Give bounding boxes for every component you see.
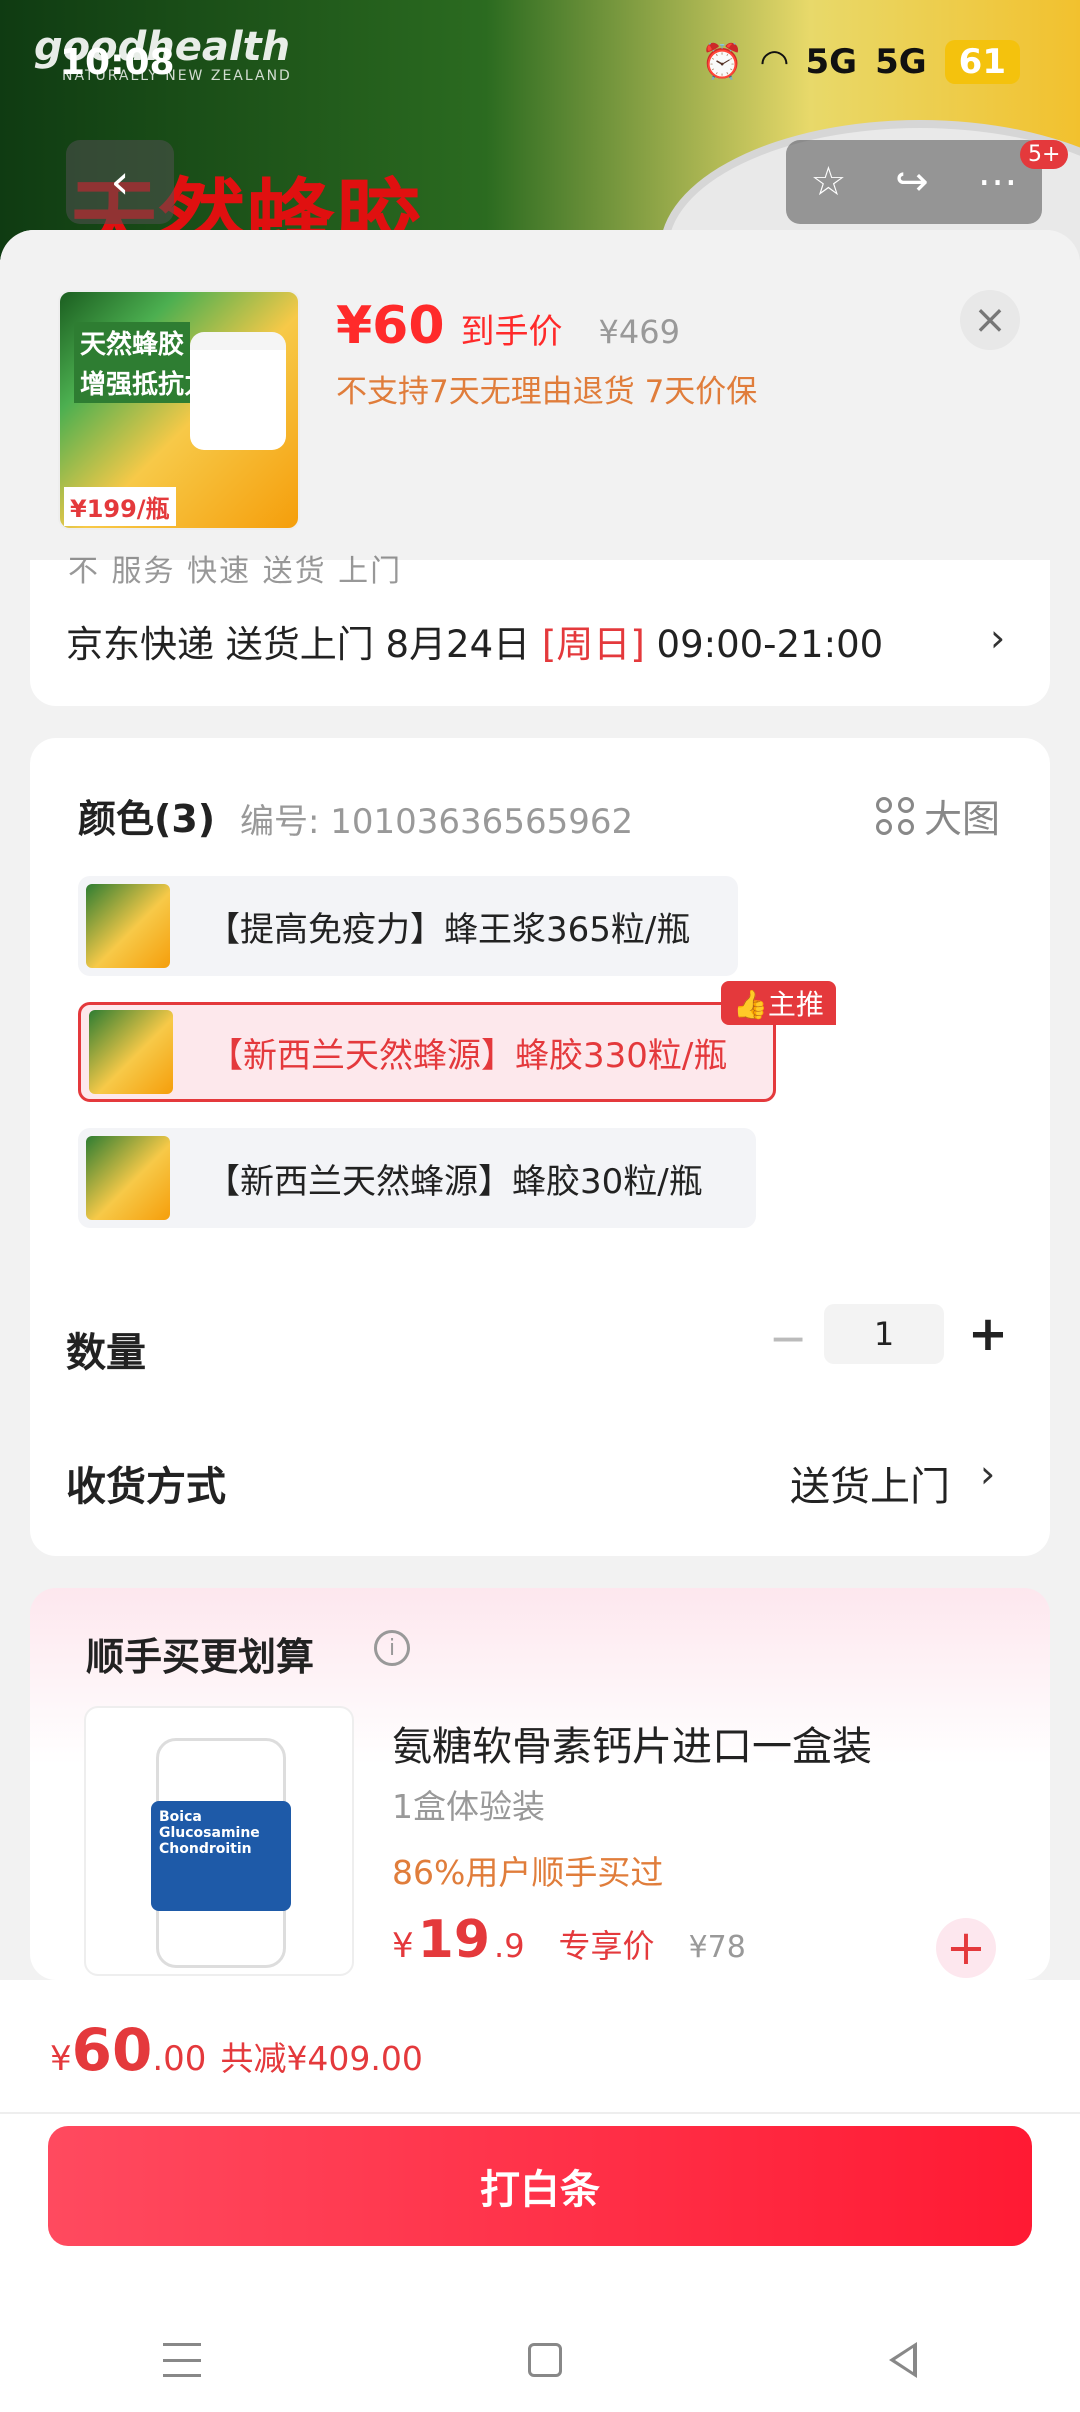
- pay-button[interactable]: 打白条: [48, 2126, 1032, 2246]
- upsell-price-dec: .9: [494, 1927, 525, 1965]
- shipping-method-label: 收货方式: [66, 1464, 226, 1510]
- add-upsell-button[interactable]: +: [936, 1918, 996, 1978]
- total-price: ¥60.00 共减¥409.00: [50, 2016, 423, 2084]
- final-price: ¥60: [336, 296, 445, 356]
- total-int: 60: [71, 2016, 153, 2084]
- thumb-text-1: 天然蜂胶: [74, 322, 191, 363]
- upsell-product-spec: 1盒体验装: [392, 1787, 545, 1826]
- more-icon[interactable]: ⋯: [978, 159, 1018, 205]
- delivery-prefix: 京东快递 送货上门 8月24日: [66, 623, 542, 666]
- total-symbol: ¥: [50, 2039, 72, 2079]
- delivery-day: [周日]: [541, 623, 645, 666]
- product-code: 编号: 10103636565962: [240, 802, 634, 842]
- shipping-method-value[interactable]: 送货上门: [790, 1454, 950, 1512]
- spec-option-2[interactable]: 【新西兰天然蜂源】蜂胶330粒/瓶 👍主推: [78, 981, 836, 1102]
- quantity-minus-button[interactable]: −: [760, 1310, 816, 1366]
- thumbs-up-icon: 👍: [733, 988, 768, 1021]
- original-price: ¥469: [598, 313, 680, 351]
- upsell-product-name[interactable]: 氨糖软骨素钙片进口一盒装: [392, 1714, 872, 1772]
- option-label: 【新西兰天然蜂源】蜂胶330粒/瓶: [209, 1035, 728, 1076]
- bottom-bar: ¥60.00 共减¥409.00 打白条: [0, 1980, 1080, 2412]
- total-dec: .00: [152, 2039, 207, 2079]
- close-icon: ×: [973, 297, 1007, 343]
- recommend-tag: 👍主推: [721, 981, 836, 1025]
- wifi-icon: ◠: [761, 42, 788, 82]
- spec-option-3[interactable]: 【新西兰天然蜂源】蜂胶30粒/瓶: [78, 1128, 756, 1228]
- upsell-price: ¥19.9 专享价 ¥78: [392, 1910, 746, 1970]
- chevron-left-icon: ‹: [110, 154, 130, 210]
- recommend-tag-label: 主推: [767, 988, 824, 1021]
- total-saving: 共减¥409.00: [220, 2039, 423, 2078]
- upsell-product-image[interactable]: Boica Glucosamine Chondroitin: [84, 1706, 354, 1976]
- plus-icon: +: [967, 1306, 1009, 1362]
- final-price-label: 到手价: [460, 312, 563, 352]
- close-button[interactable]: ×: [960, 290, 1020, 350]
- quantity-input[interactable]: 1: [824, 1304, 944, 1364]
- back-icon[interactable]: [888, 2342, 917, 2378]
- back-button[interactable]: ‹: [66, 140, 174, 224]
- thumb-jar: [190, 332, 286, 450]
- color-title: 颜色(3): [78, 797, 216, 841]
- chevron-right-icon[interactable]: ›: [980, 1452, 995, 1496]
- big-view-button[interactable]: 大图: [875, 788, 1000, 843]
- info-icon[interactable]: i: [374, 1630, 410, 1666]
- product-thumbnail[interactable]: 天然蜂胶 增强抵抗力 ¥199/瓶: [58, 290, 300, 530]
- delivery-cut-text: 不 服务 快速 送货 上门: [68, 554, 403, 589]
- upsell-card: 顺手买更划算 i Boica Glucosamine Chondroitin 氨…: [30, 1588, 1050, 1980]
- thumb-price: ¥199/瓶: [64, 487, 176, 526]
- delivery-info: 京东快递 送货上门 8月24日 [周日] 09:00-21:00: [66, 614, 883, 668]
- product-page-backdrop: goodhealth NATURALLY NEW ZEALAND 天然蜂胶 10…: [0, 0, 1080, 260]
- upsell-price-symbol: ¥: [392, 1926, 414, 1966]
- signal-5g-icon: 5G: [805, 42, 858, 82]
- option-thumb: [89, 1010, 173, 1094]
- star-icon[interactable]: ☆: [810, 159, 846, 205]
- status-bar: 10:08 ⏰ ◠ 5G 5G 61: [0, 0, 1080, 120]
- bottle-label: Boica Glucosamine Chondroitin: [151, 1801, 291, 1911]
- return-policy-note: 不支持7天无理由退货 7天价保: [336, 374, 758, 410]
- alarm-icon: ⏰: [701, 42, 744, 82]
- status-time: 10:08: [60, 42, 175, 83]
- divider: [0, 2112, 1080, 2114]
- delivery-time: 09:00-21:00: [644, 623, 884, 666]
- upsell-price-label: 专享价: [558, 1927, 655, 1965]
- battery-icon: 61: [944, 40, 1020, 84]
- big-view-label: 大图: [923, 797, 1000, 841]
- option-label: 【新西兰天然蜂源】蜂胶30粒/瓶: [206, 1161, 703, 1202]
- upsell-title: 顺手买更划算: [86, 1635, 315, 1679]
- header-price: ¥60 到手价 ¥469: [336, 296, 680, 356]
- upsell-original-price: ¥78: [688, 1930, 746, 1965]
- option-label: 【提高免疫力】蜂王浆365粒/瓶: [206, 909, 691, 950]
- quantity-plus-button[interactable]: +: [960, 1306, 1016, 1362]
- delivery-card[interactable]: 不 服务 快速 送货 上门 京东快递 送货上门 8月24日 [周日] 09:00…: [30, 554, 1050, 706]
- quantity-label: 数量: [66, 1330, 146, 1376]
- message-badge: 5+: [1020, 140, 1069, 169]
- plus-icon: +: [945, 1920, 987, 1976]
- upsell-price-int: 19: [417, 1910, 491, 1970]
- spec-option-1[interactable]: 【提高免疫力】蜂王浆365粒/瓶: [78, 876, 738, 976]
- status-icons: ⏰ ◠ 5G 5G 61: [701, 40, 1020, 84]
- system-nav-bar: [0, 2310, 1080, 2410]
- bottle-image: Boica Glucosamine Chondroitin: [151, 1738, 291, 1968]
- signal-5g-icon-2: 5G: [875, 42, 927, 82]
- minus-icon: −: [768, 1311, 808, 1365]
- upsell-buy-rate: 86%用户顺手买过: [392, 1853, 664, 1892]
- spec-card: 颜色(3) 编号: 10103636565962 大图 【提高免疫力】蜂王浆36…: [30, 738, 1050, 1556]
- option-thumb: [86, 1136, 170, 1220]
- grid-icon: [875, 796, 914, 835]
- home-icon[interactable]: [527, 2343, 562, 2377]
- chevron-right-icon: ›: [990, 616, 1006, 660]
- top-actions: ☆ ↪ ⋯: [786, 140, 1042, 224]
- share-icon[interactable]: ↪: [895, 159, 929, 205]
- bottle-text: Glucosamine Chondroitin: [159, 1825, 260, 1857]
- bottle-brand: Boica: [159, 1809, 202, 1825]
- option-thumb: [86, 884, 170, 968]
- menu-icon[interactable]: [163, 2343, 202, 2377]
